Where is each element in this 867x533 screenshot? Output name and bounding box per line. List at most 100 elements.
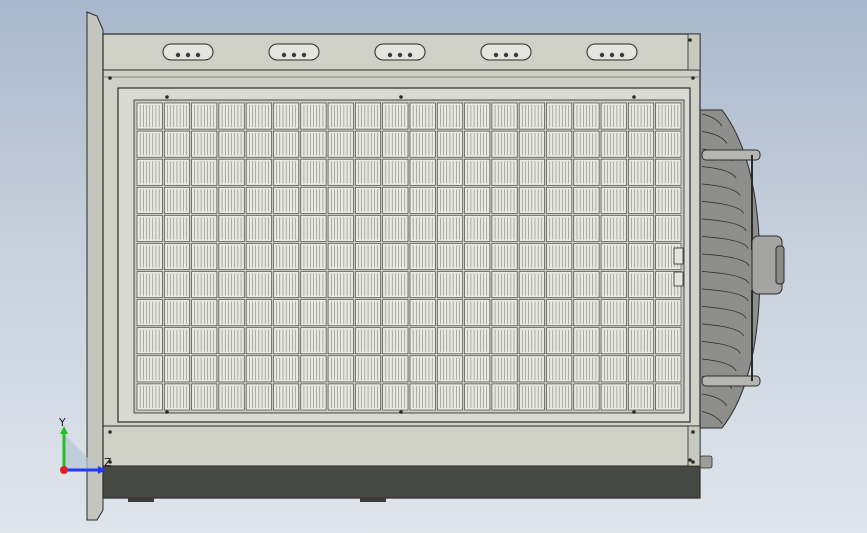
screw xyxy=(165,410,169,414)
grille-cell xyxy=(436,383,463,411)
grille-cell xyxy=(409,186,436,214)
grille-cell xyxy=(491,215,518,242)
grille-cell xyxy=(136,130,163,158)
grille-cell xyxy=(491,102,518,130)
grille-cell xyxy=(355,102,381,130)
top-slot xyxy=(162,43,214,61)
grille-cell xyxy=(573,383,600,411)
grille-cell xyxy=(327,271,354,298)
grille-cell xyxy=(245,130,272,158)
left-flange[interactable] xyxy=(86,11,104,521)
grille-cell xyxy=(245,299,272,327)
grille-cell xyxy=(245,327,272,355)
grille-cell xyxy=(628,158,655,186)
grille-cell xyxy=(409,158,436,186)
grille-cell xyxy=(600,383,627,411)
grille-cell xyxy=(273,243,300,270)
grille-cell xyxy=(355,271,381,298)
cad-viewport[interactable]: Y Z xyxy=(0,0,867,533)
grille-cell xyxy=(464,130,491,158)
grille-cell xyxy=(436,186,463,214)
grille-cell xyxy=(518,158,545,186)
grille-cell xyxy=(491,243,518,270)
grille-cell xyxy=(218,355,245,383)
grille-cell xyxy=(436,355,463,383)
side-latch-lower[interactable] xyxy=(673,271,684,287)
grille-cell xyxy=(164,271,190,298)
grille-cell xyxy=(273,130,300,158)
screw xyxy=(688,38,692,42)
grille-cell xyxy=(218,186,245,214)
screw xyxy=(632,95,636,99)
grille-cell xyxy=(436,102,463,130)
grille-cell xyxy=(355,355,381,383)
grille-cell xyxy=(409,271,436,298)
grille-cell xyxy=(136,243,163,270)
grille-cell xyxy=(218,383,245,411)
grille-cell xyxy=(546,243,573,270)
grille-cell xyxy=(655,102,682,130)
fan-assembly[interactable] xyxy=(699,109,785,429)
grille-cell xyxy=(273,186,300,214)
grille-cell xyxy=(655,355,682,383)
grille-cell xyxy=(464,186,491,214)
side-latch-upper[interactable] xyxy=(673,247,684,265)
cad-drawing[interactable]: Y Z xyxy=(0,0,867,533)
grille-cell xyxy=(573,327,600,355)
top-slot xyxy=(586,43,638,61)
grille-cell xyxy=(191,215,218,242)
grille-cell xyxy=(164,327,190,355)
grille-cell xyxy=(273,383,300,411)
grille-cell xyxy=(546,271,573,298)
grille-cell xyxy=(382,186,409,214)
grille-cell xyxy=(273,102,300,130)
grille-cell xyxy=(164,243,190,270)
grille-cell xyxy=(136,355,163,383)
grille-cell xyxy=(218,243,245,270)
grille-cell xyxy=(382,130,409,158)
grille-cell xyxy=(464,102,491,130)
grille-cell xyxy=(191,299,218,327)
grille-cell xyxy=(382,355,409,383)
drain-fitting[interactable] xyxy=(699,455,713,469)
grille-cell xyxy=(300,158,327,186)
grille-cell xyxy=(355,215,381,242)
grille-cell xyxy=(191,355,218,383)
grille-cell xyxy=(382,243,409,270)
grille-cell xyxy=(327,355,354,383)
grille-cell xyxy=(218,327,245,355)
grille-cell xyxy=(436,299,463,327)
grille-cell xyxy=(491,327,518,355)
grille-cell xyxy=(655,186,682,214)
grille-cell xyxy=(600,130,627,158)
grille-cell xyxy=(436,243,463,270)
grille-cell xyxy=(546,130,573,158)
grille-cell xyxy=(273,327,300,355)
grille-cell xyxy=(655,383,682,411)
grille-cell xyxy=(164,215,190,242)
grille-cell xyxy=(191,243,218,270)
grille-cell xyxy=(300,186,327,214)
grille-cell xyxy=(573,271,600,298)
grille-cell xyxy=(546,299,573,327)
grille-cell xyxy=(655,130,682,158)
grille-cell xyxy=(382,271,409,298)
grille-cell xyxy=(300,327,327,355)
grille-cell xyxy=(518,186,545,214)
top-slot xyxy=(480,43,532,61)
grille-cell xyxy=(518,215,545,242)
grille-cell xyxy=(136,215,163,242)
grille-cell xyxy=(628,186,655,214)
grille-cell xyxy=(327,130,354,158)
grille-cell xyxy=(327,243,354,270)
grille-cell xyxy=(491,186,518,214)
grille-cell xyxy=(573,186,600,214)
grille-cell xyxy=(382,102,409,130)
grille-cell xyxy=(382,383,409,411)
screw xyxy=(691,76,695,80)
grille-cell xyxy=(355,383,381,411)
grille-cell xyxy=(464,383,491,411)
grille-cell xyxy=(464,271,491,298)
grille-cell xyxy=(518,327,545,355)
base-foot-mid xyxy=(360,498,386,502)
